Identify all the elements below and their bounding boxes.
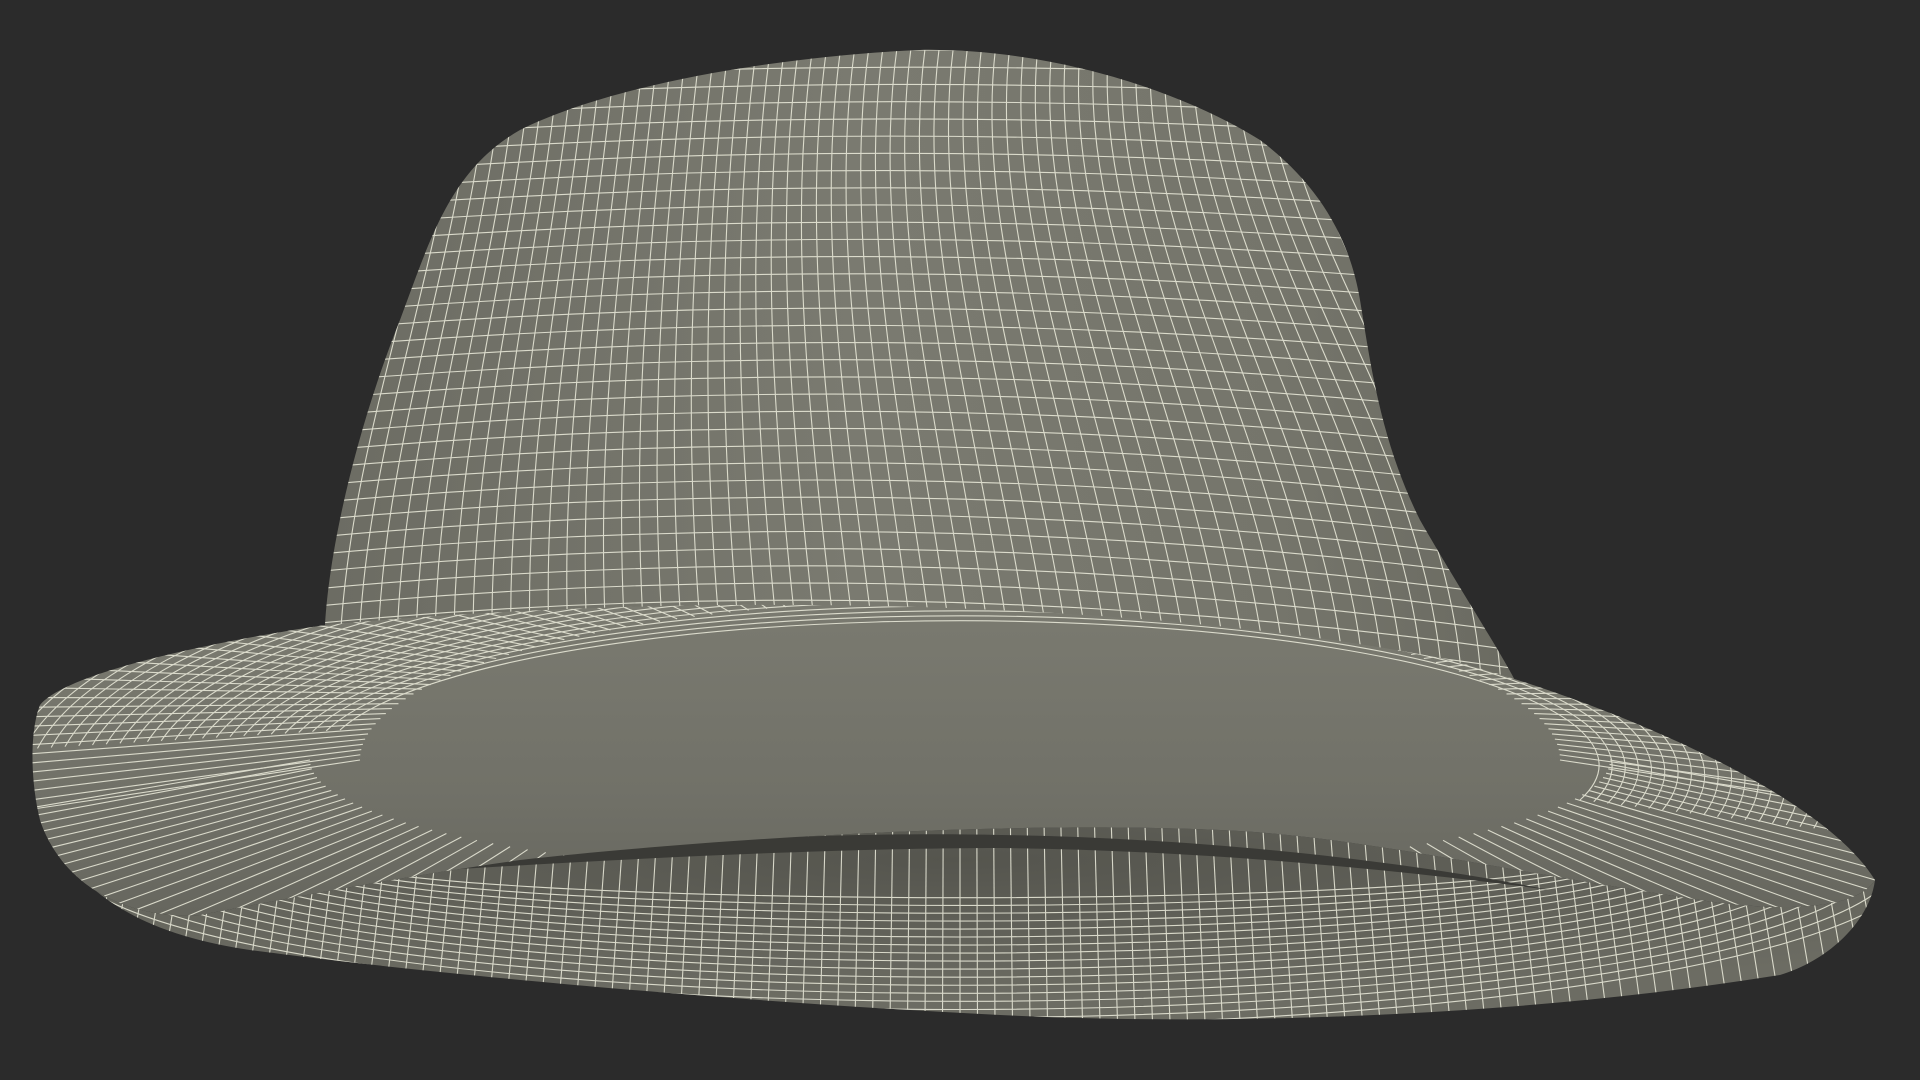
brim-spoke-wire: [1489, 668, 1842, 686]
brim-spoke-wire: [1469, 650, 1810, 677]
render-viewport: [0, 0, 1920, 1080]
brim-spoke-wire: [1458, 641, 1792, 672]
under-spoke-wire: [1862, 820, 1875, 1020]
under-spoke-wire: [40, 820, 41, 1020]
under-spoke-wire: [1880, 800, 1920, 1040]
brim-spoke-wire: [1506, 687, 1871, 695]
brim-spoke-wire: [1498, 677, 1857, 690]
hat-wireframe-render: [32, 49, 1920, 1040]
brim-spoke-wire: [1479, 659, 1827, 681]
brim-spoke-wire: [1514, 696, 1875, 700]
